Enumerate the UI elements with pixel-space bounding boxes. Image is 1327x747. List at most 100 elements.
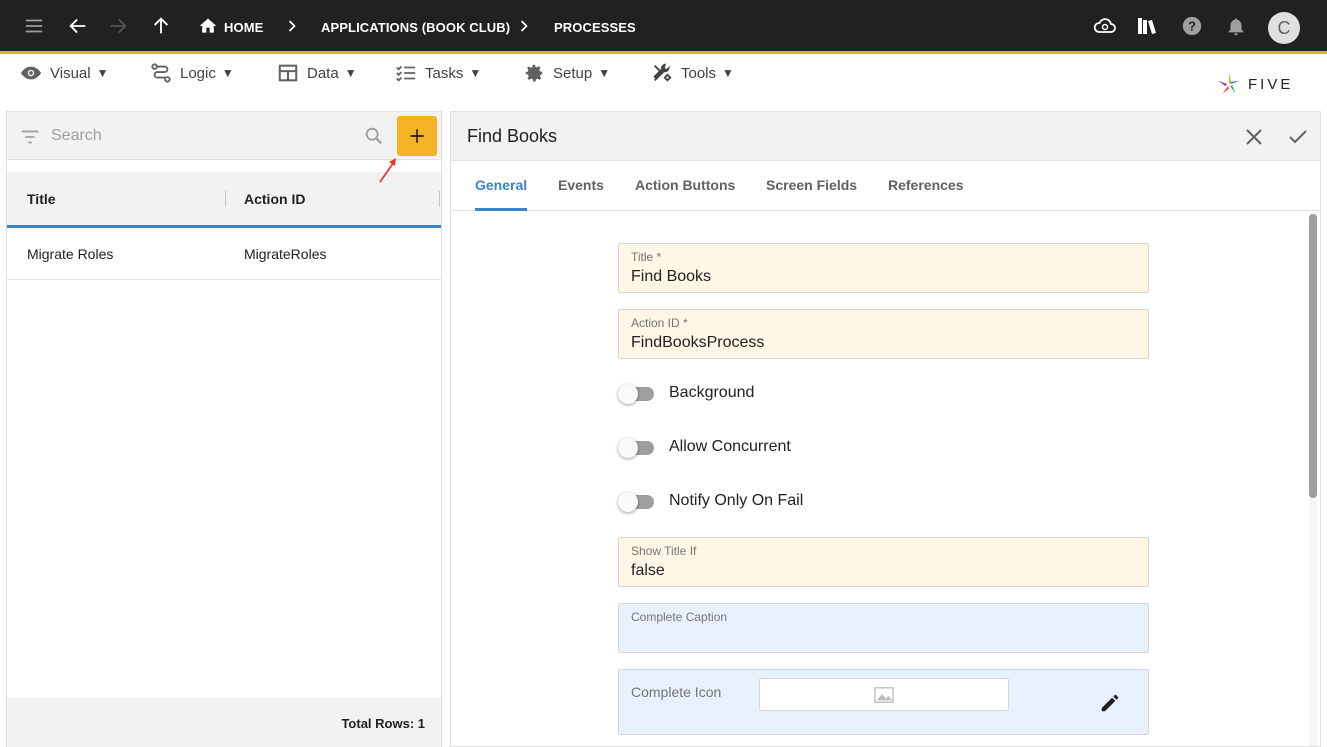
breadcrumb-processes[interactable]: PROCESSES: [554, 0, 636, 54]
action-id-field[interactable]: Action ID * FindBooksProcess: [618, 309, 1149, 359]
menu-logic-label: Logic: [180, 64, 216, 82]
form-header: Find Books: [451, 112, 1320, 161]
close-icon[interactable]: [1242, 125, 1266, 149]
background-toggle-label: Background: [669, 384, 755, 401]
annotation-arrow-icon: [379, 158, 396, 183]
checklist-icon: [396, 65, 416, 82]
five-logo-mark-icon: [1218, 73, 1240, 94]
logo-text: FIVE: [1248, 75, 1294, 93]
caret-down-icon: ▼: [469, 66, 482, 80]
chevron-right-icon: [520, 20, 528, 32]
home-icon[interactable]: [196, 14, 220, 38]
bell-icon[interactable]: [1224, 14, 1248, 38]
row-title: Migrate Roles: [27, 246, 114, 262]
background-toggle[interactable]: [618, 383, 654, 404]
chevron-right-icon: [288, 20, 296, 32]
complete-icon-field: Complete Icon: [618, 669, 1149, 735]
menu-logic[interactable]: Logic ▼: [150, 62, 234, 84]
title-field[interactable]: Title * Find Books: [618, 243, 1149, 293]
toggle-knob: [618, 438, 638, 458]
gear-icon: [525, 64, 543, 82]
menu-icon[interactable]: [22, 14, 46, 38]
avatar[interactable]: C: [1268, 12, 1300, 44]
process-form-panel: Find Books General Events Action Buttons…: [450, 111, 1321, 747]
menu-data[interactable]: Data ▼: [277, 62, 357, 84]
image-placeholder-icon: [874, 686, 894, 703]
check-icon[interactable]: [1286, 125, 1310, 149]
edit-pencil-icon[interactable]: [1099, 692, 1121, 714]
menu-bar: Visual ▼ Logic ▼ Data ▼ Tasks ▼ Setup ▼ …: [0, 54, 1327, 110]
title-field-value: Find Books: [631, 268, 712, 285]
menu-visual[interactable]: Visual ▼: [20, 62, 108, 84]
total-rows: Total Rows: 1: [341, 716, 425, 731]
active-tab-indicator: [475, 208, 527, 211]
help-icon[interactable]: ?: [1180, 14, 1204, 38]
column-action-id[interactable]: Action ID: [244, 191, 305, 207]
caret-down-icon: ▼: [344, 66, 357, 80]
show-title-if-field-value: false: [631, 562, 665, 579]
complete-caption-field-label: Complete Caption: [631, 610, 728, 624]
menu-visual-label: Visual: [50, 64, 91, 82]
tab-references[interactable]: References: [888, 177, 964, 193]
add-button[interactable]: [397, 116, 437, 156]
caret-down-icon: ▼: [221, 66, 234, 80]
caret-down-icon: ▼: [598, 66, 611, 80]
show-title-if-field[interactable]: Show Title If false: [618, 537, 1149, 587]
tab-action-buttons[interactable]: Action Buttons: [635, 177, 735, 193]
filter-icon[interactable]: [19, 126, 41, 148]
complete-icon-preview[interactable]: [759, 678, 1009, 711]
scrollbar-thumb[interactable]: [1309, 214, 1317, 498]
menu-data-label: Data: [307, 64, 339, 82]
tools-icon: [653, 63, 672, 82]
complete-caption-field[interactable]: Complete Caption: [618, 603, 1149, 653]
library-icon[interactable]: [1135, 14, 1159, 38]
menu-setup-label: Setup: [553, 64, 593, 82]
search-icon[interactable]: [363, 125, 385, 147]
plus-icon: [410, 129, 424, 143]
svg-text:?: ?: [1188, 19, 1196, 34]
menu-tasks[interactable]: Tasks ▼: [395, 62, 481, 84]
show-title-if-field-label: Show Title If: [631, 544, 697, 558]
caret-down-icon: ▼: [96, 66, 109, 80]
column-divider: [225, 191, 226, 207]
menu-tasks-label: Tasks: [425, 64, 464, 82]
row-action-id: MigrateRoles: [244, 246, 327, 262]
tab-events[interactable]: Events: [558, 177, 604, 193]
action-id-field-label: Action ID *: [631, 316, 688, 330]
title-field-label: Title *: [631, 250, 662, 264]
column-title[interactable]: Title: [27, 191, 56, 207]
form-title: Find Books: [467, 126, 558, 146]
top-app-bar: HOME APPLICATIONS (BOOK CLUB) PROCESSES …: [0, 0, 1327, 54]
notify-only-on-fail-toggle[interactable]: [618, 491, 654, 512]
eye-icon: [20, 66, 42, 80]
allow-concurrent-toggle[interactable]: [618, 437, 654, 458]
table-row[interactable]: Migrate Roles MigrateRoles: [7, 228, 441, 280]
complete-icon-field-label: Complete Icon: [631, 684, 722, 700]
flow-icon: [151, 63, 171, 83]
toggle-knob: [618, 384, 638, 404]
allow-concurrent-toggle-label: Allow Concurrent: [669, 438, 791, 455]
form-tabs: General Events Action Buttons Screen Fie…: [451, 161, 1320, 211]
search-input[interactable]: Search: [51, 127, 102, 145]
menu-setup[interactable]: Setup ▼: [523, 62, 610, 84]
column-divider: [439, 191, 440, 207]
menu-tools-label: Tools: [681, 64, 717, 82]
back-icon[interactable]: [66, 14, 90, 38]
up-icon[interactable]: [149, 14, 173, 38]
table-footer: Total Rows: 1: [7, 698, 441, 747]
cloud-sync-icon[interactable]: [1093, 14, 1117, 38]
toggle-knob: [618, 492, 638, 512]
action-id-field-value: FindBooksProcess: [631, 334, 765, 351]
notify-only-on-fail-toggle-label: Notify Only On Fail: [669, 492, 804, 509]
menu-tools[interactable]: Tools ▼: [651, 62, 734, 84]
tab-screen-fields[interactable]: Screen Fields: [766, 177, 857, 193]
breadcrumb-applications[interactable]: APPLICATIONS (BOOK CLUB): [321, 0, 510, 54]
search-bar: Search: [7, 112, 441, 160]
forward-icon[interactable]: [106, 14, 130, 38]
form-scrollbar[interactable]: [1309, 212, 1317, 746]
breadcrumb-home[interactable]: HOME: [224, 0, 263, 54]
table-icon: [278, 64, 298, 82]
process-list-panel: Search Title Action ID Migrate Roles Mig…: [6, 111, 442, 747]
tab-general[interactable]: General: [475, 177, 527, 193]
caret-down-icon: ▼: [722, 66, 734, 80]
